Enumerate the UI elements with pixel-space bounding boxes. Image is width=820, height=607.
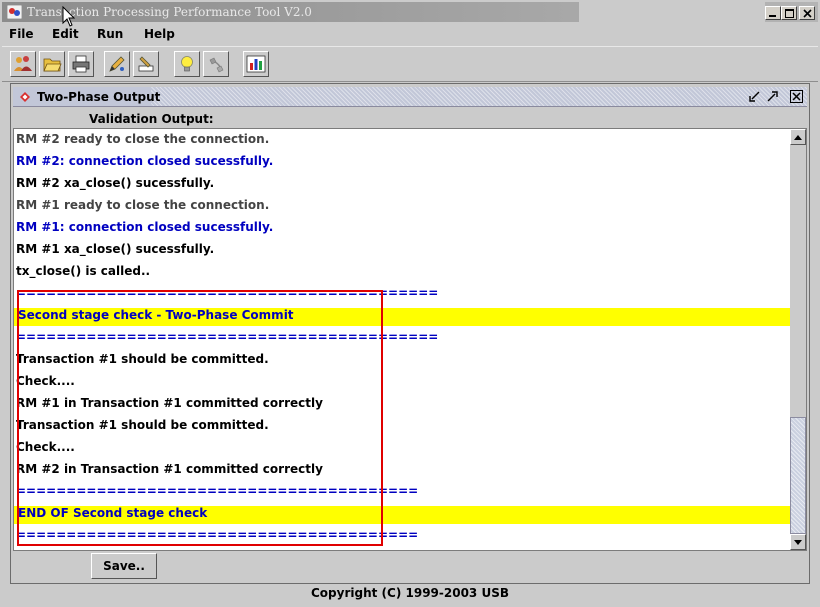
- arrow-up-icon: [794, 134, 802, 140]
- frame-maximize-button[interactable]: [764, 89, 780, 104]
- plug-icon: [209, 57, 224, 73]
- toolbar-button-edit[interactable]: [104, 51, 130, 77]
- toolbar-button-chart[interactable]: [243, 51, 269, 77]
- maximize-icon: [784, 8, 794, 18]
- lightbulb-icon: [181, 56, 193, 72]
- output-line: ========================================: [16, 484, 419, 498]
- scroll-up-button[interactable]: [790, 129, 806, 145]
- output-line: Transaction #1 should be committed.: [16, 418, 269, 432]
- frame-diamond-icon: [20, 92, 30, 102]
- chart-window-icon: [246, 55, 266, 73]
- output-line: ========================================…: [16, 286, 439, 300]
- stamp-icon: [138, 56, 154, 72]
- menu-bar: File Edit Run Help: [0, 24, 820, 46]
- two-phase-output-window: Two-Phase Output Validation Output: RM #…: [10, 83, 810, 584]
- maximize-button[interactable]: [781, 6, 797, 20]
- output-line: RM #1 ready to close the connection.: [16, 198, 270, 212]
- save-button[interactable]: Save..: [91, 553, 157, 579]
- folder-open-icon: [43, 58, 62, 72]
- expand-icon: [767, 91, 778, 102]
- close-icon: [802, 8, 812, 18]
- menu-edit[interactable]: Edit: [52, 27, 79, 41]
- menu-file[interactable]: File: [9, 27, 34, 41]
- output-line: RM #2 ready to close the connection.: [16, 132, 270, 146]
- toolbar-button-open[interactable]: [39, 51, 65, 77]
- iconify-icon: [748, 91, 759, 102]
- output-line: Check....: [16, 440, 75, 454]
- output-line: RM #2: connection closed sucessfully.: [16, 154, 274, 168]
- output-line: RM #2 xa_close() sucessfully.: [16, 176, 215, 190]
- frame-iconify-button[interactable]: [746, 89, 762, 104]
- output-line: Second stage check - Two-Phase Commit: [14, 308, 790, 326]
- vertical-scrollbar[interactable]: [790, 129, 806, 550]
- scroll-thumb[interactable]: [790, 417, 806, 534]
- output-line: Check....: [16, 374, 75, 388]
- validation-output-label: Validation Output:: [89, 112, 214, 126]
- printer-icon: [72, 55, 90, 73]
- validation-output-textarea[interactable]: RM #2 ready to close the connection. RM #…: [13, 128, 807, 551]
- toolbar-button-connect[interactable]: [203, 51, 229, 77]
- frame-close-button[interactable]: [788, 89, 804, 104]
- output-line: tx_close() is called..: [16, 264, 151, 278]
- output-line: RM #1: connection closed sucessfully.: [16, 220, 274, 234]
- scroll-down-button[interactable]: [790, 534, 806, 550]
- output-line: ========================================: [16, 528, 419, 542]
- menu-help[interactable]: Help: [144, 27, 175, 41]
- output-line: Transaction #1 should be committed.: [16, 352, 269, 366]
- output-line: RM #1 in Transaction #1 committed correc…: [16, 396, 323, 410]
- minimize-button[interactable]: [765, 6, 781, 20]
- people-icon: [14, 56, 32, 71]
- toolbar-button-hint[interactable]: [174, 51, 200, 77]
- close-button[interactable]: [799, 6, 815, 20]
- output-line: RM #1 xa_close() sucessfully.: [16, 242, 215, 256]
- output-line: ========================================…: [16, 330, 439, 344]
- window-title-bar[interactable]: Transaction Processing Performance Tool …: [2, 2, 818, 22]
- copyright-text: Copyright (C) 1999-2003 USB: [311, 586, 509, 600]
- output-line: RM #2 in Transaction #1 committed correc…: [16, 462, 323, 476]
- internal-frame-title: Two-Phase Output: [37, 90, 161, 104]
- scroll-track[interactable]: [790, 145, 806, 534]
- toolbar-button-stamp[interactable]: [133, 51, 159, 77]
- app-icon: [7, 5, 22, 19]
- menu-run[interactable]: Run: [97, 27, 123, 41]
- mouse-cursor-icon: [62, 6, 76, 27]
- toolbar-button-print[interactable]: [68, 51, 94, 77]
- edit-pencil-icon: [109, 56, 125, 72]
- minimize-icon: [769, 15, 776, 17]
- internal-frame-title-bar[interactable]: Two-Phase Output: [13, 87, 807, 107]
- toolbar: [2, 46, 818, 82]
- arrow-down-icon: [794, 539, 802, 545]
- toolbar-button-users[interactable]: [10, 51, 36, 77]
- close-icon: [789, 90, 803, 103]
- output-line: END OF Second stage check: [14, 506, 790, 524]
